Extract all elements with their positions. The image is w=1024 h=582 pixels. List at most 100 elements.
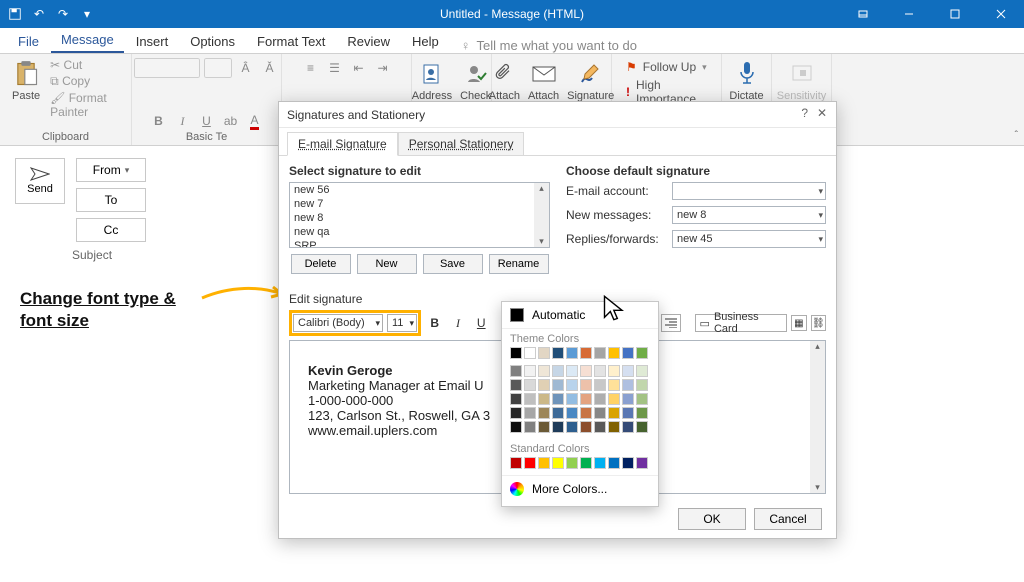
dictate-button[interactable]: Dictate [725, 58, 767, 104]
color-swatch[interactable] [524, 379, 536, 391]
ribbon-font-name[interactable] [134, 58, 200, 78]
color-swatch[interactable] [524, 407, 536, 419]
attach-item-button[interactable]: Attach [524, 58, 563, 104]
color-swatch[interactable] [552, 379, 564, 391]
replies-select[interactable]: new 45▾ [672, 230, 826, 248]
color-swatch[interactable] [566, 457, 578, 469]
more-colors-option[interactable]: More Colors... [502, 475, 658, 502]
color-swatch[interactable] [510, 393, 522, 405]
color-swatch[interactable] [524, 347, 536, 359]
color-swatch[interactable] [580, 421, 592, 433]
tab-personal-stationery[interactable]: Personal Stationery [398, 132, 525, 155]
tab-email-signature[interactable]: E-mail Signature [287, 132, 398, 156]
shrink-font-icon[interactable]: Ǎ [260, 58, 280, 78]
color-swatch[interactable] [524, 393, 536, 405]
color-swatch[interactable] [594, 393, 606, 405]
color-swatch[interactable] [608, 407, 620, 419]
color-swatch[interactable] [622, 457, 634, 469]
color-swatch[interactable] [622, 379, 634, 391]
color-swatch[interactable] [622, 421, 634, 433]
tab-options[interactable]: Options [180, 30, 245, 53]
italic-button[interactable]: I [448, 314, 467, 332]
color-swatch[interactable] [636, 393, 648, 405]
color-swatch[interactable] [594, 347, 606, 359]
color-swatch[interactable] [510, 365, 522, 377]
new-messages-select[interactable]: new 8▾ [672, 206, 826, 224]
color-swatch[interactable] [580, 365, 592, 377]
new-button[interactable]: New [357, 254, 417, 274]
dialog-close-icon[interactable]: ✕ [814, 106, 830, 120]
color-swatch[interactable] [608, 347, 620, 359]
color-swatch[interactable] [510, 457, 522, 469]
tab-help[interactable]: Help [402, 30, 449, 53]
color-swatch[interactable] [538, 365, 550, 377]
follow-up-button[interactable]: ⚑Follow Up ▾ [626, 60, 707, 74]
business-card-button[interactable]: ▭Business Card [695, 314, 788, 332]
color-swatch[interactable] [510, 421, 522, 433]
color-swatch[interactable] [566, 347, 578, 359]
underline-button[interactable]: U [472, 314, 491, 332]
tab-message[interactable]: Message [51, 28, 124, 53]
color-swatch[interactable] [580, 457, 592, 469]
bold-button[interactable]: B [425, 314, 444, 332]
scrollbar[interactable]: ▴▾ [810, 341, 825, 493]
color-swatch[interactable] [524, 421, 536, 433]
color-swatch[interactable] [552, 347, 564, 359]
color-swatch[interactable] [636, 457, 648, 469]
color-swatch[interactable] [622, 365, 634, 377]
color-swatch[interactable] [510, 379, 522, 391]
color-swatch[interactable] [636, 347, 648, 359]
font-color-icon[interactable]: A [245, 111, 265, 131]
color-swatch[interactable] [538, 379, 550, 391]
color-swatch[interactable] [594, 457, 606, 469]
align-right-button[interactable] [661, 314, 680, 332]
list-item[interactable]: new 7 [290, 197, 549, 211]
minimize-button[interactable] [886, 0, 932, 28]
color-swatch[interactable] [636, 365, 648, 377]
address-book-button[interactable]: Address [408, 58, 456, 104]
color-swatch[interactable] [510, 407, 522, 419]
outdent-icon[interactable]: ⇤ [349, 58, 369, 78]
italic-button[interactable]: I [173, 111, 193, 131]
underline-button[interactable]: U [197, 111, 217, 131]
numbering-icon[interactable]: ☰ [325, 58, 345, 78]
maximize-button[interactable] [932, 0, 978, 28]
color-swatch[interactable] [622, 347, 634, 359]
list-item[interactable]: new 56 [290, 183, 549, 197]
color-swatch[interactable] [608, 457, 620, 469]
insert-link-icon[interactable]: ⛓ [811, 315, 826, 331]
color-swatch[interactable] [580, 393, 592, 405]
signature-button[interactable]: Signature [563, 58, 618, 104]
color-swatch[interactable] [552, 365, 564, 377]
color-swatch[interactable] [622, 407, 634, 419]
color-swatch[interactable] [608, 393, 620, 405]
list-item[interactable]: new 8 [290, 211, 549, 225]
to-button[interactable]: To [76, 188, 146, 212]
color-swatch[interactable] [538, 347, 550, 359]
save-button[interactable]: Save [423, 254, 483, 274]
qat-more-icon[interactable]: ▾ [80, 7, 94, 21]
color-swatch[interactable] [608, 421, 620, 433]
paste-button[interactable]: Paste [8, 58, 44, 119]
redo-icon[interactable]: ↷ [56, 7, 70, 21]
rename-button[interactable]: Rename [489, 254, 549, 274]
color-swatch[interactable] [566, 365, 578, 377]
color-swatch[interactable] [636, 421, 648, 433]
color-swatch[interactable] [594, 407, 606, 419]
color-swatch[interactable] [594, 365, 606, 377]
color-swatch[interactable] [510, 347, 522, 359]
color-swatch[interactable] [538, 393, 550, 405]
tab-review[interactable]: Review [337, 30, 400, 53]
dialog-help-icon[interactable]: ? [801, 106, 808, 120]
email-account-select[interactable]: ▾ [672, 182, 826, 200]
indent-icon[interactable]: ⇥ [373, 58, 393, 78]
list-item[interactable]: new qa [290, 225, 549, 239]
color-swatch[interactable] [608, 365, 620, 377]
color-swatch[interactable] [636, 379, 648, 391]
list-item[interactable]: SRP [290, 239, 549, 248]
undo-icon[interactable]: ↶ [32, 7, 46, 21]
color-swatch[interactable] [566, 421, 578, 433]
automatic-color-option[interactable]: Automatic [502, 302, 658, 329]
signature-list[interactable]: new 56 new 7 new 8 new qa SRP yuval ▴▾ [289, 182, 550, 248]
font-name-select[interactable]: Calibri (Body)▾ [293, 314, 383, 332]
